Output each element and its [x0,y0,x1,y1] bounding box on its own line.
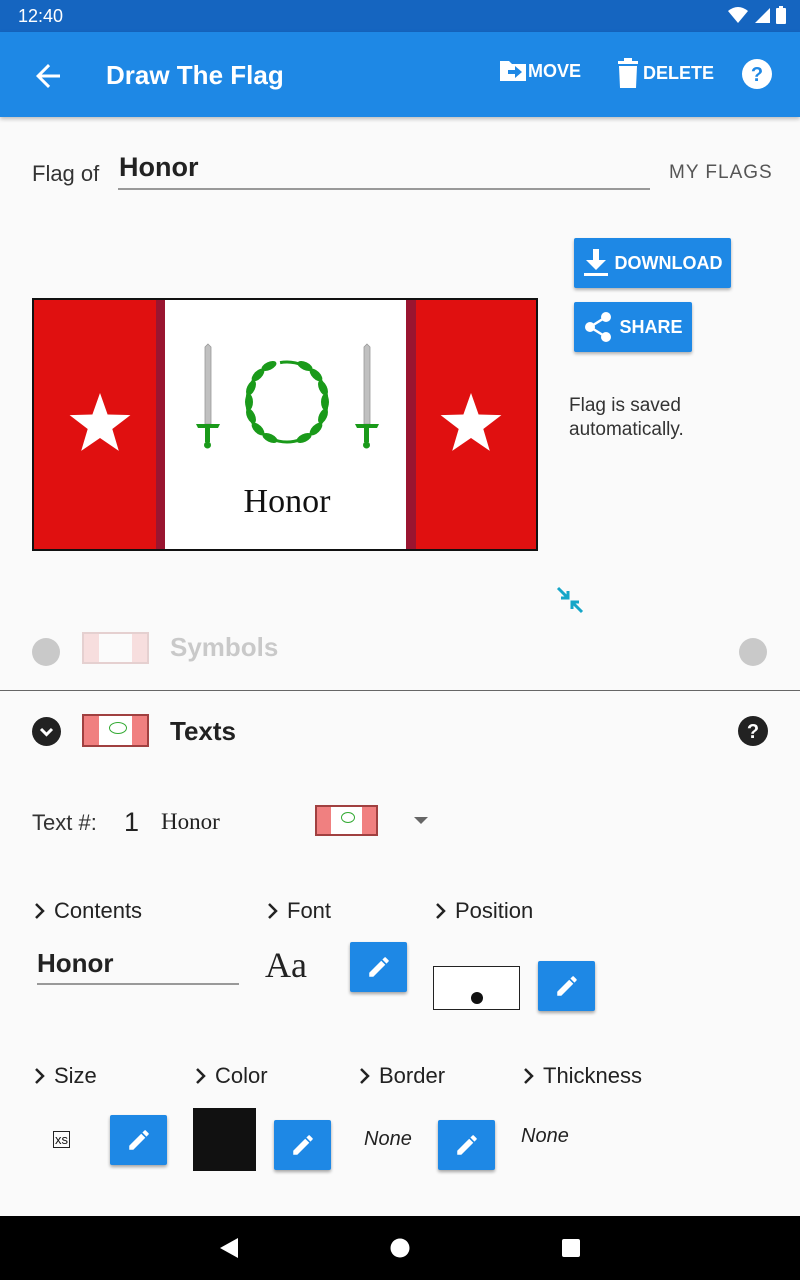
help-icon[interactable]: ? [741,58,773,90]
chevron-right-icon [268,903,278,919]
back-arrow-icon[interactable] [30,58,66,94]
status-time: 12:40 [18,6,64,26]
wifi-icon [728,7,748,23]
download-label: DOWNLOAD [614,252,723,273]
contents-input[interactable]: Honor [37,948,239,985]
edit-size-button[interactable] [110,1115,167,1165]
my-flags-button[interactable]: MY FLAGS [669,162,773,184]
border-label[interactable]: Border [357,1063,445,1089]
pencil-icon [292,1135,313,1155]
flag-left-stripe [156,300,165,549]
text-number-label: Text #: [32,810,97,835]
flag-preview[interactable]: Honor [32,298,538,551]
svg-text:?: ? [751,64,763,86]
download-icon [583,249,608,276]
download-button[interactable]: DOWNLOAD [574,238,731,288]
status-bar: 12:40 [0,0,800,32]
font-sample: Aa [265,945,307,985]
border-value: None [364,1128,412,1150]
saved-note: Flag is saved automatically. [569,395,684,440]
laurel-wreath-icon [245,360,329,444]
delete-button[interactable]: DELETE [615,58,714,88]
nav-home-icon[interactable] [390,1238,410,1258]
dropdown-arrow-icon[interactable] [413,816,429,826]
text-selector-value[interactable]: Honor [161,809,220,835]
pencil-icon [456,1135,477,1155]
text-number-value: 1 [124,807,140,837]
navigation-bar [0,1216,800,1280]
size-value: xs [53,1131,70,1148]
edit-font-button[interactable] [350,942,407,992]
chevron-down-icon[interactable] [32,717,61,746]
color-swatch [193,1108,256,1171]
section-divider [0,690,800,691]
right-sword-icon [355,343,379,449]
move-button[interactable]: MOVE [498,58,581,84]
share-label: SHARE [619,316,683,337]
edit-color-button[interactable] [274,1120,331,1170]
chevron-right-icon [360,1068,370,1084]
pencil-icon [556,976,577,996]
contents-label[interactable]: Contents [32,898,142,924]
texts-thumbnail [82,714,149,747]
app-title: Draw The Flag [106,60,284,90]
position-preview [433,966,520,1010]
chevron-right-icon [436,903,446,919]
signal-icon [755,8,770,23]
texts-section-title: Texts [170,716,236,746]
chevron-right-icon [196,1068,206,1084]
thickness-label[interactable]: Thickness [521,1063,642,1089]
share-button[interactable]: SHARE [574,302,692,352]
flag-canvas: Honor [34,300,536,549]
thickness-value: None [521,1125,569,1147]
flag-of-label: Flag of [32,161,100,186]
chevron-right-icon [524,1068,534,1084]
chevron-right-icon [35,1068,45,1084]
size-label[interactable]: Size [32,1063,97,1089]
left-sword-icon [196,343,220,449]
flag-text: Honor [244,483,332,520]
move-label: MOVE [528,60,582,81]
nav-recents-icon[interactable] [561,1238,581,1258]
pencil-icon [368,957,389,977]
edit-position-button[interactable] [538,961,595,1011]
flag-name-input[interactable]: Honor [118,152,650,190]
nav-back-icon[interactable] [219,1237,239,1259]
symbols-section-header[interactable]: Symbols [0,628,800,668]
edit-border-button[interactable] [438,1120,495,1170]
delete-label: DELETE [643,62,715,83]
flag-name-row: Flag of Honor MY FLAGS [0,117,800,207]
share-icon [585,312,612,342]
symbols-title: Symbols [170,632,279,662]
svg-text:?: ? [747,721,759,743]
text-selector-thumbnail[interactable] [315,805,378,836]
app-bar: Draw The Flag MOVE DELETE ? [0,32,800,117]
color-label[interactable]: Color [193,1063,268,1089]
move-icon [500,61,526,81]
texts-help-icon[interactable]: ? [738,716,768,746]
collapse-icon[interactable] [556,586,584,614]
chevron-right-icon [35,903,45,919]
position-label[interactable]: Position [433,898,533,924]
position-dot [471,992,483,1004]
status-icons [728,6,786,24]
trash-icon [618,58,638,88]
battery-icon [776,6,786,24]
font-label[interactable]: Font [265,898,331,924]
flag-right-stripe [406,300,416,549]
pencil-icon [128,1130,149,1150]
